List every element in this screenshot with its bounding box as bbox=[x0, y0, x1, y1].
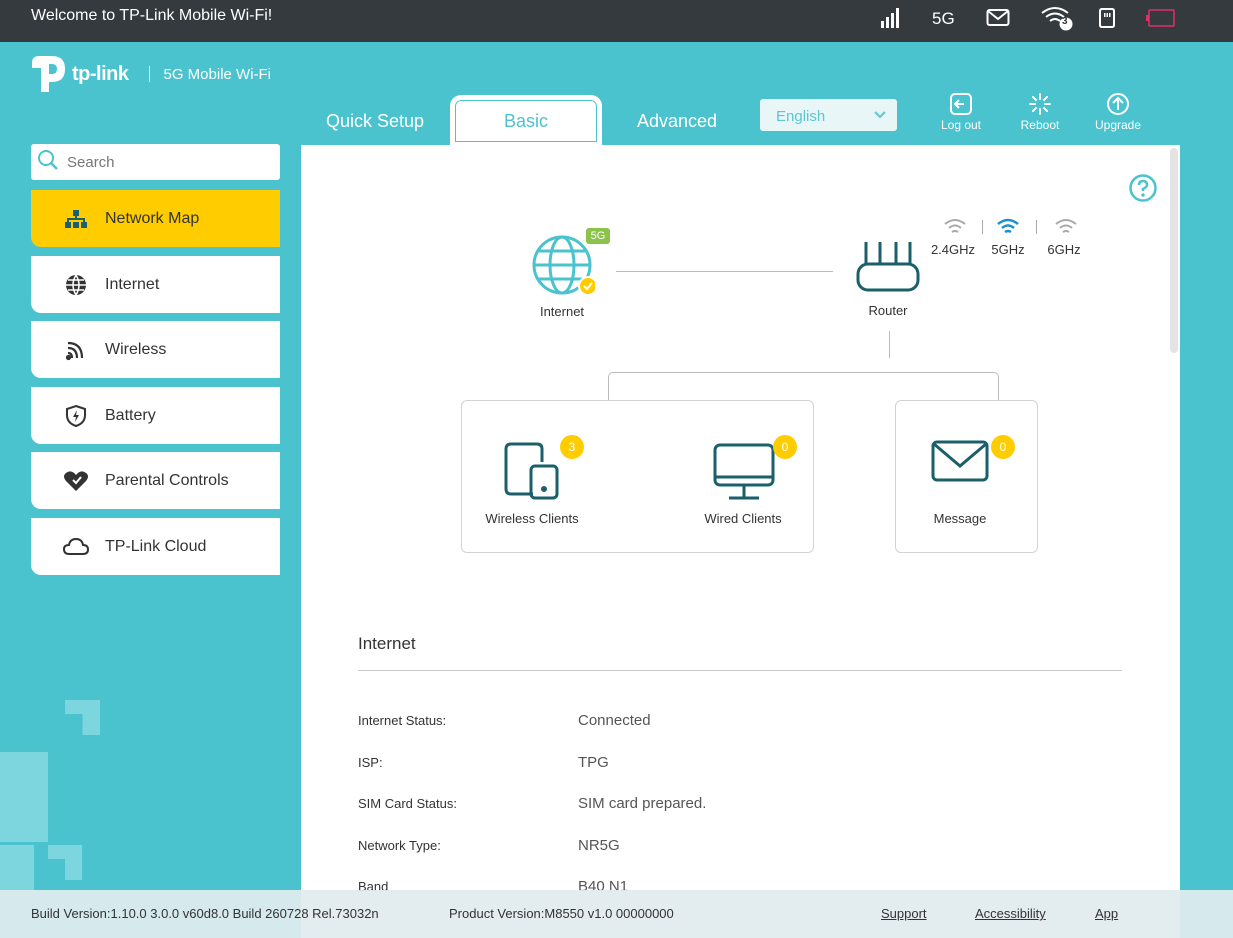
connection-bracket bbox=[608, 372, 999, 402]
logout-button[interactable]: Log out bbox=[931, 90, 991, 132]
wifi-2-4ghz-icon bbox=[943, 218, 967, 241]
search-icon bbox=[37, 149, 59, 176]
accessibility-link[interactable]: Accessibility bbox=[975, 906, 1046, 921]
router-icon[interactable] bbox=[856, 240, 922, 301]
band-separator bbox=[1036, 220, 1037, 234]
sidebar-item-label: Network Map bbox=[105, 209, 200, 227]
welcome-text: Welcome to TP-Link Mobile Wi-Fi! bbox=[31, 7, 273, 24]
tp-link-logo[interactable]: tp-link 5G Mobile Wi-Fi bbox=[30, 54, 271, 94]
wireless-clients-icon[interactable] bbox=[503, 442, 561, 505]
sidebar-item-tp-link-cloud[interactable]: TP-Link Cloud bbox=[31, 518, 280, 575]
footer: Build Version:1.10.0 3.0.0 v60d8.0 Build… bbox=[0, 890, 1233, 938]
scrollbar[interactable] bbox=[1170, 148, 1178, 353]
wifi-client-count: 3 bbox=[1062, 16, 1068, 27]
wireless-clients-label: Wireless Clients bbox=[485, 511, 579, 526]
wifi-clients-icon: 3 bbox=[1040, 6, 1074, 31]
product-version: Product Version:M8550 v1.0 00000000 bbox=[449, 906, 674, 921]
logout-icon bbox=[931, 90, 991, 116]
section-divider bbox=[358, 670, 1122, 671]
sim-card-status-value: SIM card prepared. bbox=[578, 795, 707, 812]
wifi-6ghz-icon bbox=[1054, 218, 1078, 241]
chevron-down-icon bbox=[873, 107, 887, 125]
connection-line bbox=[616, 271, 833, 272]
support-link[interactable]: Support bbox=[881, 906, 927, 921]
battery-shield-icon bbox=[62, 404, 90, 428]
sidebar-item-wireless[interactable]: Wireless bbox=[31, 321, 280, 378]
5g-badge: 5G bbox=[586, 228, 610, 244]
internet-section-title: Internet bbox=[358, 634, 416, 653]
sim-card-status-label: SIM Card Status: bbox=[358, 796, 457, 811]
message-label: Message bbox=[933, 511, 987, 526]
build-version: Build Version:1.10.0 3.0.0 v60d8.0 Build… bbox=[31, 906, 379, 921]
band-label-6ghz: 6GHz bbox=[1047, 242, 1081, 257]
tab-basic[interactable]: Basic bbox=[453, 98, 599, 144]
internet-status-value: Connected bbox=[578, 712, 651, 729]
message-icon[interactable] bbox=[931, 440, 989, 487]
internet-label: Internet bbox=[539, 304, 585, 319]
sim-card-icon bbox=[1098, 6, 1116, 30]
battery-icon bbox=[1146, 6, 1176, 30]
reboot-button[interactable]: Reboot bbox=[1010, 90, 1070, 132]
mail-icon[interactable] bbox=[986, 6, 1010, 30]
search-input[interactable]: Search bbox=[31, 144, 280, 180]
sidebar-item-internet[interactable]: Internet bbox=[31, 256, 280, 313]
wired-clients-label: Wired Clients bbox=[704, 511, 782, 526]
app-link[interactable]: App bbox=[1095, 906, 1118, 921]
sidebar-item-label: Parental Controls bbox=[105, 471, 229, 489]
band-label-2-4ghz: 2.4GHz bbox=[930, 242, 976, 257]
background-decoration bbox=[0, 752, 48, 842]
cloud-icon bbox=[62, 537, 90, 556]
sidebar-item-label: Battery bbox=[105, 406, 156, 424]
heart-icon bbox=[62, 470, 90, 492]
router-label: Router bbox=[868, 303, 908, 318]
isp-value: TPG bbox=[578, 754, 609, 771]
tp-link-logo-icon bbox=[32, 56, 65, 92]
signal-strength-icon bbox=[880, 6, 902, 30]
globe-icon bbox=[62, 273, 90, 297]
internet-globe-icon[interactable] bbox=[531, 234, 598, 303]
connection-line bbox=[889, 331, 890, 358]
reboot-icon bbox=[1010, 90, 1070, 116]
help-icon[interactable] bbox=[1129, 174, 1157, 207]
tab-quick-setup[interactable]: Quick Setup bbox=[318, 98, 432, 144]
network-mode-label: 5G bbox=[932, 9, 955, 28]
logout-label: Log out bbox=[940, 118, 982, 132]
background-decoration bbox=[65, 700, 100, 735]
sidebar-item-network-map[interactable]: Network Map bbox=[31, 190, 280, 247]
upgrade-label: Upgrade bbox=[1094, 118, 1142, 132]
band-separator bbox=[982, 220, 983, 234]
network-type-value: NR5G bbox=[578, 837, 620, 854]
wired-clients-icon[interactable] bbox=[713, 443, 775, 506]
reboot-label: Reboot bbox=[1020, 118, 1060, 132]
background-decoration bbox=[0, 845, 34, 890]
message-count-badge: 0 bbox=[991, 435, 1015, 459]
background-decoration bbox=[48, 845, 82, 880]
wireless-icon bbox=[62, 339, 90, 361]
upgrade-icon bbox=[1088, 90, 1148, 116]
isp-label: ISP: bbox=[358, 755, 383, 770]
search-placeholder: Search bbox=[67, 153, 115, 171]
product-name: 5G Mobile Wi-Fi bbox=[163, 65, 272, 83]
network-type-label: Network Type: bbox=[358, 838, 441, 853]
internet-status-label: Internet Status: bbox=[358, 713, 447, 728]
sidebar-item-label: Internet bbox=[105, 275, 160, 293]
sidebar-item-parental-controls[interactable]: Parental Controls bbox=[31, 452, 280, 509]
wifi-5ghz-icon bbox=[996, 218, 1020, 241]
sidebar-item-battery[interactable]: Battery bbox=[31, 387, 280, 444]
upgrade-button[interactable]: Upgrade bbox=[1088, 90, 1148, 132]
logo-separator bbox=[148, 66, 150, 82]
sidebar-item-label: Wireless bbox=[105, 340, 167, 358]
wired-clients-count-badge: 0 bbox=[773, 435, 797, 459]
tab-advanced[interactable]: Advanced bbox=[628, 98, 726, 144]
wireless-clients-count-badge: 3 bbox=[560, 435, 584, 459]
language-select[interactable]: English bbox=[760, 99, 897, 131]
brand-name: tp-link bbox=[72, 62, 129, 85]
network-map-icon bbox=[62, 209, 90, 229]
band-label-5ghz: 5GHz bbox=[991, 242, 1025, 257]
language-value: English bbox=[776, 108, 826, 125]
status-bar: Welcome to TP-Link Mobile Wi-Fi! 5G 3 bbox=[0, 0, 1233, 42]
sidebar-item-label: TP-Link Cloud bbox=[105, 537, 207, 555]
